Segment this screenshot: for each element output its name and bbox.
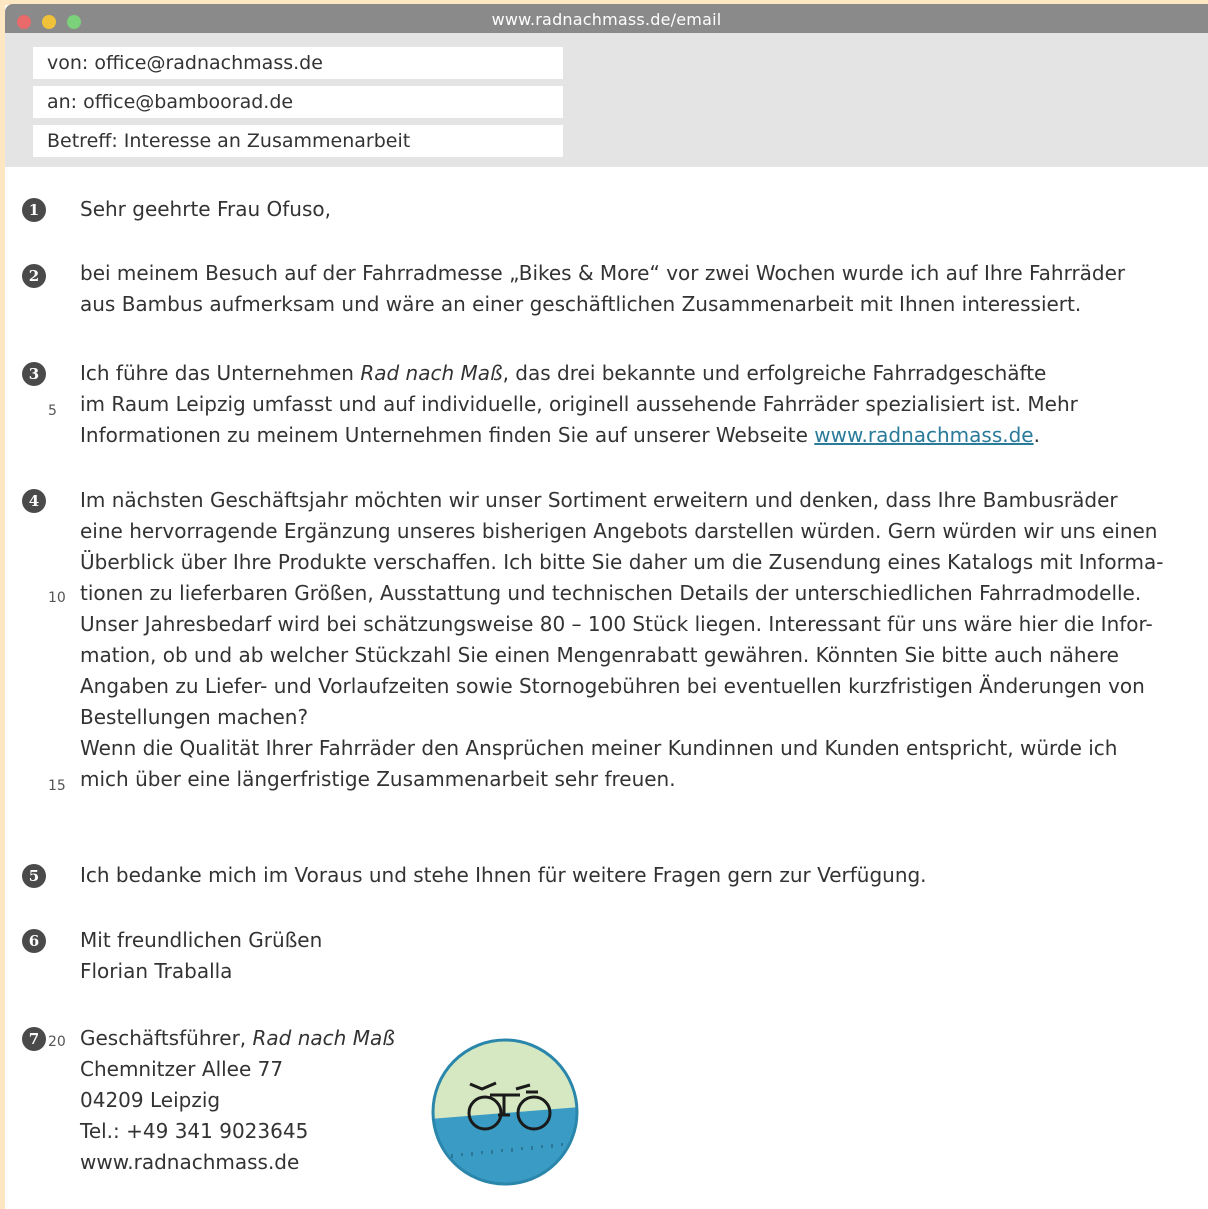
paragraph-3-text: .	[1033, 423, 1040, 447]
salutation: Sehr geehrte Frau Ofuso,	[80, 197, 331, 221]
paragraph-2: bei meinem Besuch auf der Fahrradmesse „…	[80, 258, 1200, 320]
signature-title: Geschäftsführer, Rad nach Maß	[80, 1023, 420, 1054]
paragraph-4-line-5: Unser Jahresbedarf wird bei schätzungswe…	[80, 612, 1153, 636]
paragraph-4-line-9: Wenn die Qualität Ihrer Fahrräder den An…	[80, 736, 1118, 760]
paragraph-4-line-10: mich über eine längerfristige Zusammenar…	[80, 767, 676, 791]
line-number-20: 20	[48, 1034, 66, 1050]
company-logo	[431, 1038, 579, 1186]
paragraph-4-line-1: Im nächsten Geschäftsjahr möchten wir un…	[80, 488, 1118, 512]
greeting-block: Mit freundlichen Grüßen Florian Traballa	[80, 925, 1200, 987]
paragraph-4-line-4: tionen zu lieferbaren Größen, Ausstattun…	[80, 581, 1142, 605]
paragraph-4-line-2: eine hervorragende Ergänzung unseres bis…	[80, 519, 1158, 543]
line-number-15: 15	[48, 778, 66, 794]
address-url[interactable]: www.radnachmass.de/email	[5, 10, 1208, 29]
paragraph-3-line-1: Ich führe das Unternehmen Rad nach Maß, …	[80, 358, 1200, 389]
paragraph-3-line-2: im Raum Leipzig umfasst und auf individu…	[80, 392, 1078, 416]
paragraph-2-line-1: bei meinem Besuch auf der Fahrradmesse „…	[80, 261, 1126, 285]
paragraph-4-line-6: mation, ob und ab welcher Stückzahl Sie …	[80, 643, 1119, 667]
paragraph-marker-4: 4	[22, 489, 46, 513]
to-field[interactable]: an: office@bamboorad.de	[33, 86, 563, 118]
signature-company: Rad nach Maß	[252, 1026, 395, 1050]
email-header: von: office@radnachmass.de an: office@ba…	[5, 33, 1208, 167]
signature-website: www.radnachmass.de	[80, 1150, 300, 1174]
paragraph-marker-1: 1	[22, 198, 46, 222]
paragraph-marker-2: 2	[22, 264, 46, 288]
paragraph-marker-7: 7	[22, 1027, 46, 1051]
website-link[interactable]: www.radnachmass.de	[814, 423, 1033, 447]
subject-field[interactable]: Betreff: Interesse an Zusammenarbeit	[33, 125, 563, 157]
paragraph-4: Im nächsten Geschäftsjahr möchten wir un…	[80, 485, 1200, 795]
from-field[interactable]: von: office@radnachmass.de	[33, 47, 563, 79]
signature-city: 04209 Leipzig	[80, 1088, 221, 1112]
paragraph-3-text: Ich führe das Unternehmen	[80, 361, 361, 385]
paragraph-4-line-8: Bestellungen machen?	[80, 705, 309, 729]
paragraph-4-line-7: Angaben zu Liefer- und Vorlaufzeiten sow…	[80, 674, 1145, 698]
sender-name: Florian Traballa	[80, 959, 233, 983]
company-name: Rad nach Maß	[360, 361, 503, 385]
paragraph-3-text: , das drei bekannte und erfolgreiche Fah…	[502, 361, 1047, 385]
line-number-5: 5	[48, 403, 57, 419]
closing-sentence: Ich bedanke mich im Voraus und stehe Ihn…	[80, 863, 927, 887]
paragraph-3-text: Informationen zu meinem Unternehmen find…	[80, 423, 815, 447]
greeting: Mit freundlichen Grüßen	[80, 928, 323, 952]
paragraph-marker-6: 6	[22, 929, 46, 953]
signature-role: Geschäftsführer,	[80, 1026, 253, 1050]
left-margin-strip	[0, 0, 5, 1209]
signature-street: Chemnitzer Allee 77	[80, 1057, 284, 1081]
line-number-10: 10	[48, 590, 66, 606]
paragraph-3: Ich führe das Unternehmen Rad nach Maß, …	[80, 358, 1200, 451]
paragraph-4-line-3: Überblick über Ihre Produkte verschaffen…	[80, 550, 1164, 574]
signature-phone: Tel.: +49 341 9023645	[80, 1119, 309, 1143]
browser-titlebar: www.radnachmass.de/email	[5, 4, 1208, 33]
paragraph-marker-3: 3	[22, 362, 46, 386]
paragraph-marker-5: 5	[22, 864, 46, 888]
paragraph-2-line-2: aus Bambus aufmerksam und wäre an einer …	[80, 292, 1082, 316]
paragraph-3-line-3: Informationen zu meinem Unternehmen find…	[80, 420, 1200, 451]
signature-block: Geschäftsführer, Rad nach Maß Chemnitzer…	[80, 1023, 420, 1178]
